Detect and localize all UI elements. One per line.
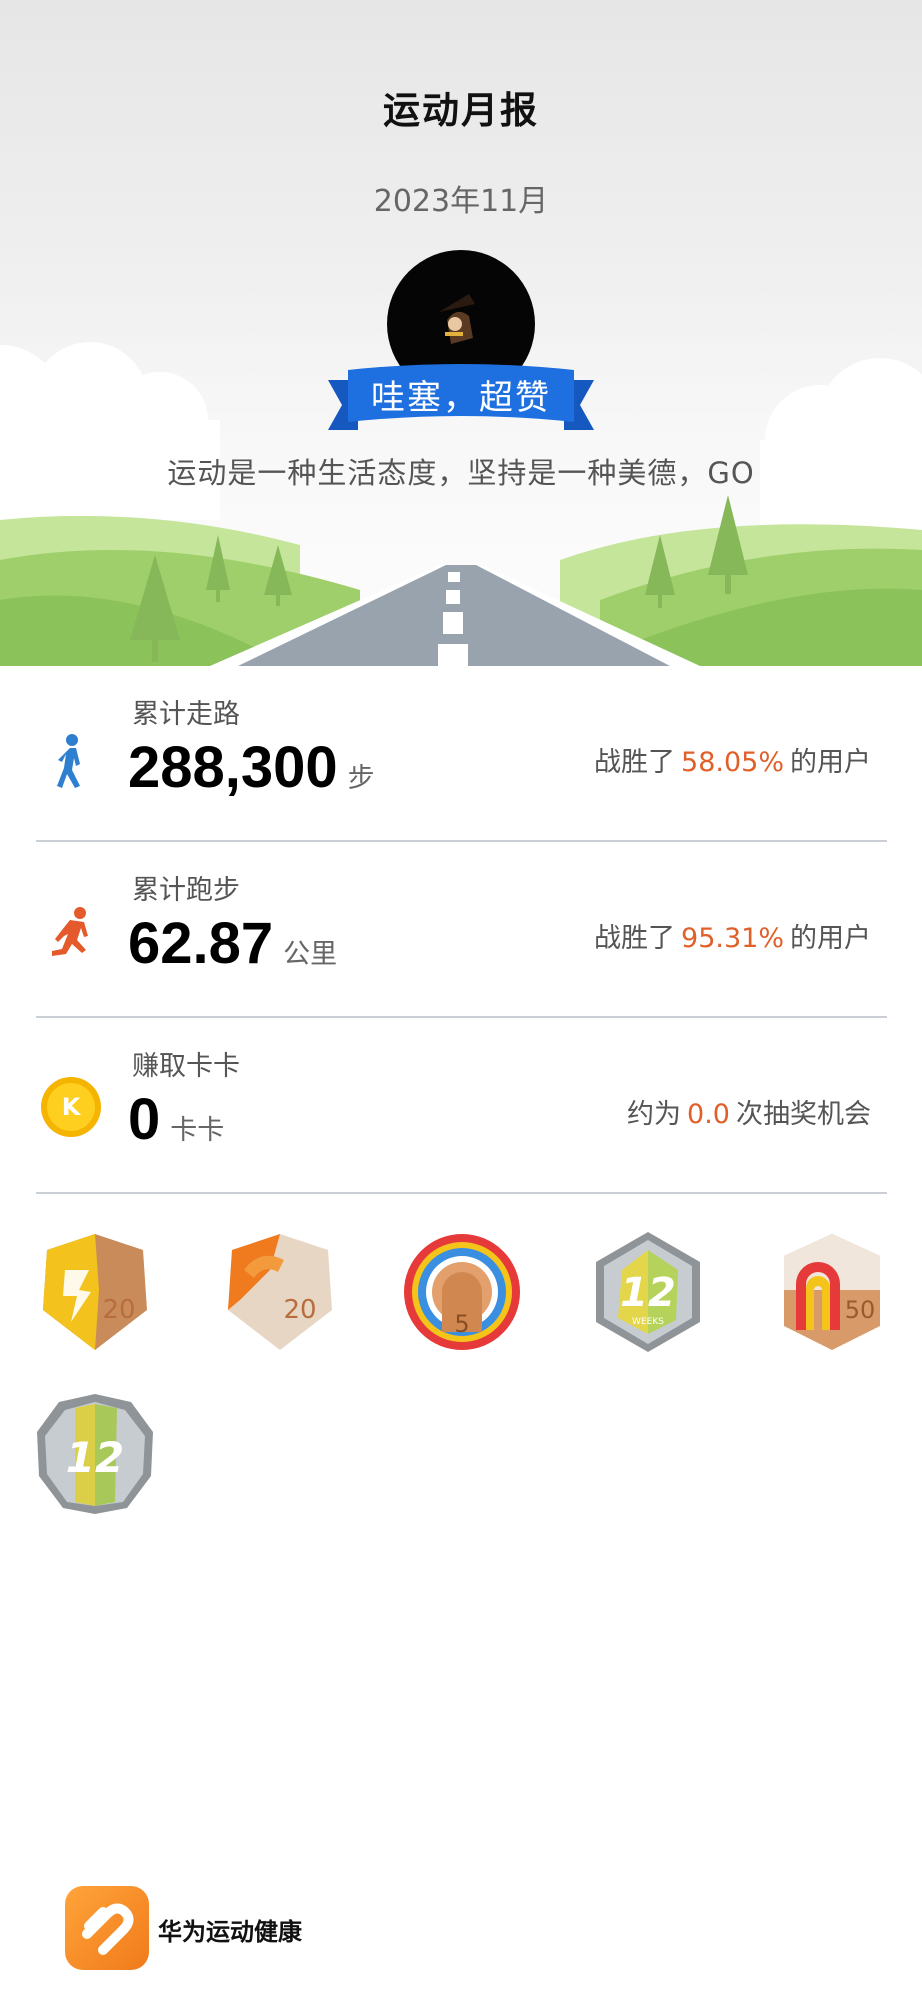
app-name: 华为运动健康	[158, 1918, 302, 1946]
stat-lottery: 约为 0.0 次抽奖机会	[627, 1099, 871, 1130]
stat-rank: 战胜了 95.31% 的用户	[594, 923, 871, 954]
running-icon	[52, 907, 88, 956]
medal-20-yellow[interactable]: 20	[35, 1230, 155, 1354]
rank-percent: 58.05%	[681, 747, 784, 778]
medal-50-rainbow[interactable]: 50	[772, 1230, 892, 1354]
svg-text:WEEKS: WEEKS	[632, 1317, 664, 1327]
svg-text:K: K	[62, 1093, 82, 1121]
huawei-health-logo-icon	[65, 1886, 149, 1970]
stat-label: 赚取卡卡	[132, 1051, 240, 1082]
svg-text:12: 12	[620, 1270, 676, 1316]
kaka-coin-icon: K	[41, 1077, 101, 1137]
ribbon-text: 哇塞，超赞	[371, 378, 551, 418]
lottery-count: 0.0	[687, 1099, 730, 1130]
svg-text:5: 5	[454, 1310, 469, 1338]
stat-value: 288,300 步	[128, 735, 375, 800]
stat-running: 累计跑步 62.87 公里 战胜了 95.31% 的用户	[36, 842, 887, 1018]
achievement-ribbon: 哇塞，超赞	[328, 360, 594, 444]
report-month: 2023年11月	[373, 184, 549, 219]
stat-rank: 战胜了 58.05% 的用户	[594, 747, 871, 778]
motto-text: 运动是一种生活态度，坚持是一种美德，GO	[167, 456, 755, 490]
stat-walking: 累计走路 288,300 步 战胜了 58.05% 的用户	[36, 666, 887, 842]
stat-label: 累计走路	[132, 699, 240, 730]
stat-unit: 公里	[283, 939, 338, 970]
medal-12-round[interactable]: 12	[35, 1392, 155, 1516]
stat-value: 0 卡卡	[128, 1087, 225, 1152]
svg-text:20: 20	[102, 1295, 135, 1325]
medal-20-orange[interactable]: 20	[220, 1230, 340, 1354]
page-title: 运动月报	[383, 89, 539, 132]
rank-percent: 95.31%	[681, 923, 784, 954]
stat-unit: 步	[347, 763, 375, 794]
svg-text:20: 20	[283, 1295, 316, 1325]
stat-value: 62.87 公里	[128, 911, 338, 976]
stat-kaka: K 赚取卡卡 0 卡卡 约为 0.0 次抽奖机会	[36, 1018, 887, 1194]
stat-label: 累计跑步	[132, 875, 240, 906]
svg-text:50: 50	[845, 1296, 876, 1324]
medal-5-rainbow[interactable]: 5	[402, 1230, 522, 1354]
walking-icon	[57, 734, 80, 788]
medal-12-weeks[interactable]: 12 WEEKS	[588, 1230, 708, 1354]
report-header: 运动月报 2023年11月 哇塞，超赞 运动是一种生活态度，坚持是一种美德，GO	[0, 0, 922, 666]
svg-text:12: 12	[66, 1433, 124, 1482]
stat-unit: 卡卡	[170, 1115, 225, 1146]
